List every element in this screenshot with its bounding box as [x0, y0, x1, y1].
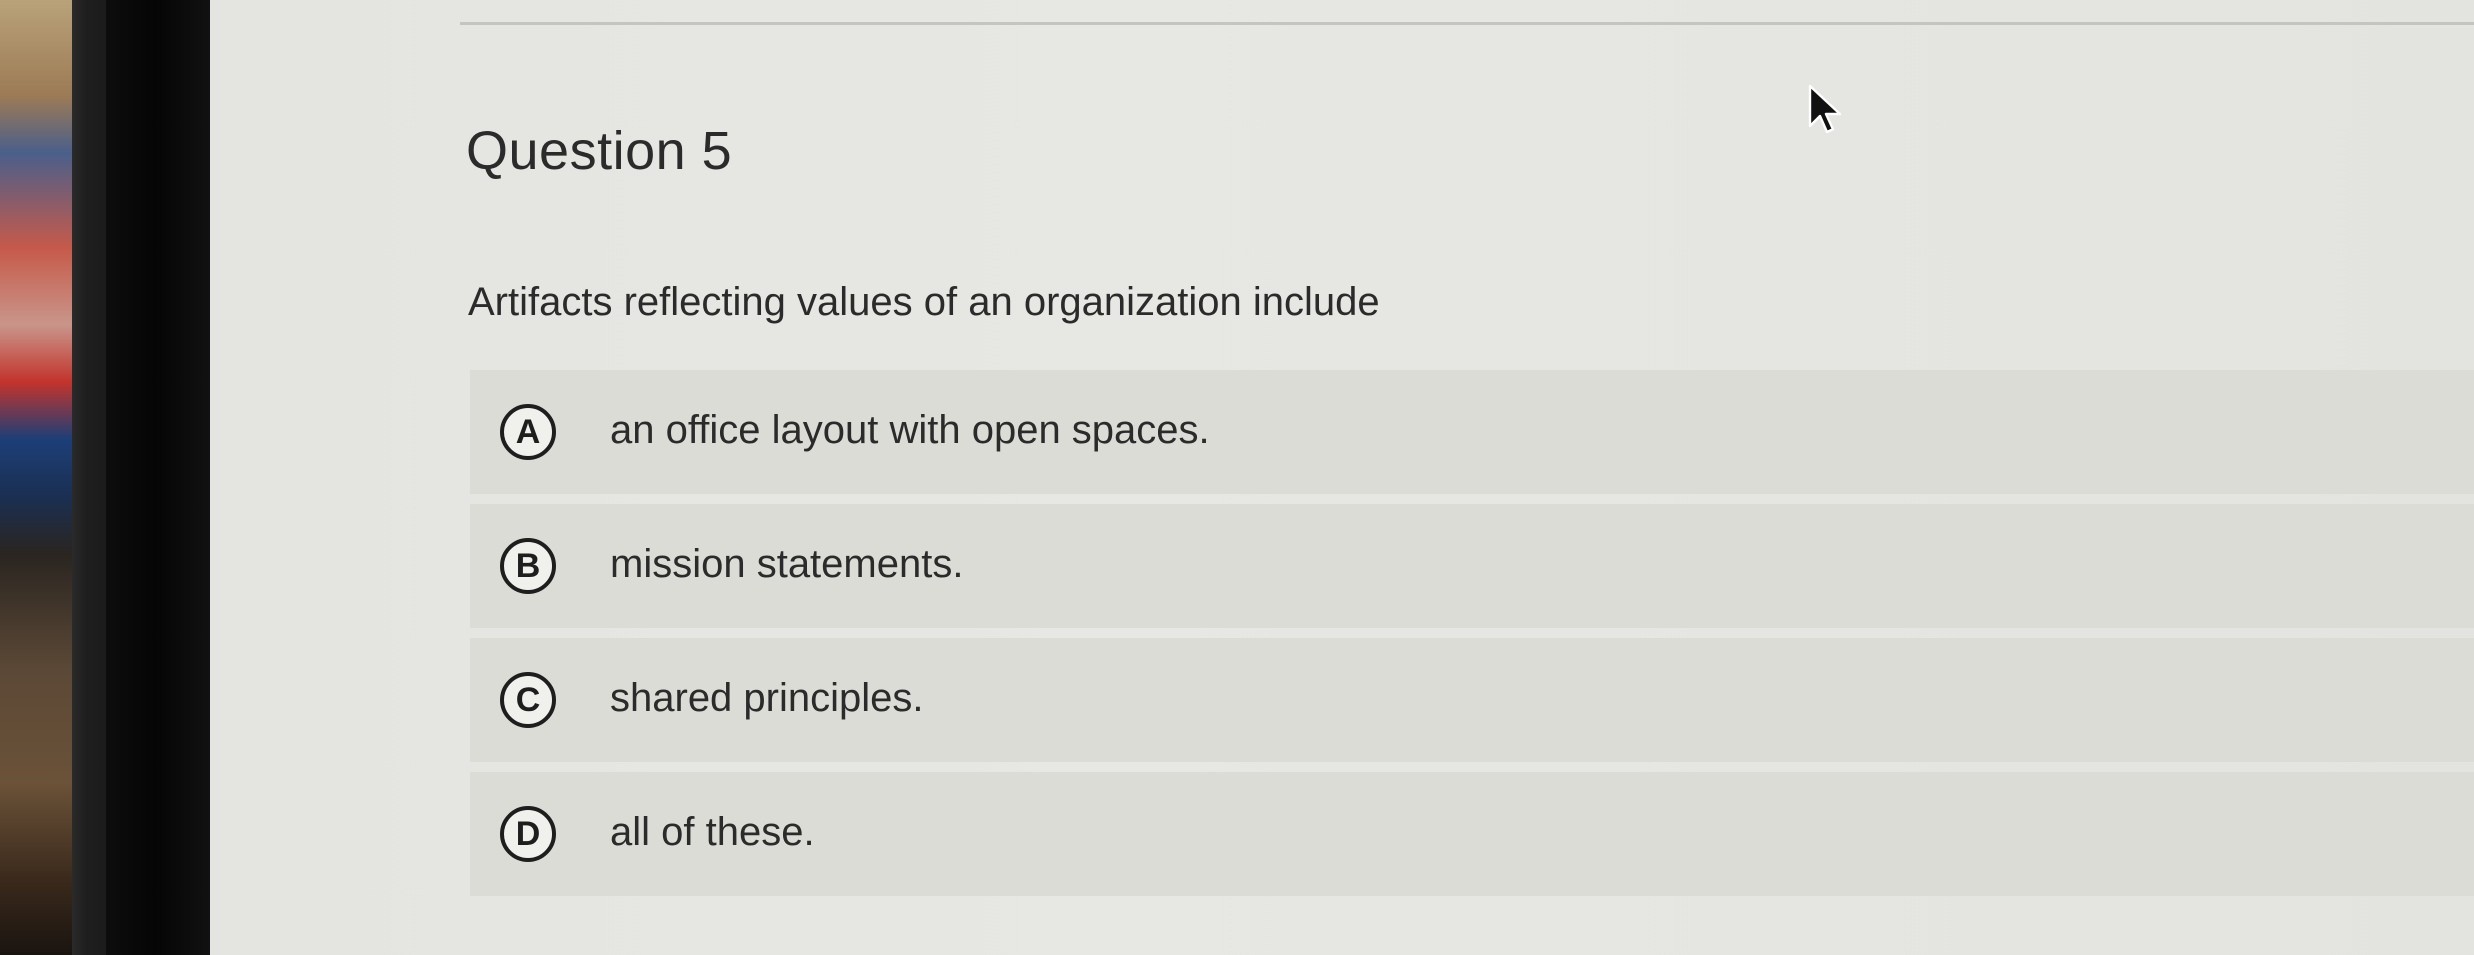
option-text: shared principles. — [610, 676, 924, 720]
option-letter-badge: A — [500, 404, 556, 460]
option-text: an office layout with open spaces. — [610, 408, 1210, 452]
option-letter-badge: D — [500, 806, 556, 862]
answer-option-d[interactable]: D all of these. — [470, 772, 2474, 896]
answer-option-c[interactable]: C shared principles. — [470, 638, 2474, 762]
question-title: Question 5 — [466, 121, 733, 181]
answer-option-a[interactable]: A an office layout with open spaces. — [470, 370, 2474, 494]
option-text: all of these. — [610, 810, 815, 854]
answer-option-b[interactable]: B mission statements. — [470, 504, 2474, 628]
divider — [460, 22, 2474, 25]
monitor-bezel-edge — [88, 0, 106, 955]
option-letter-badge: B — [500, 538, 556, 594]
mouse-pointer-icon — [1808, 84, 1842, 134]
option-text: mission statements. — [610, 542, 964, 586]
option-letter-badge: C — [500, 672, 556, 728]
question-prompt: Artifacts reflecting values of an organi… — [468, 280, 1380, 324]
